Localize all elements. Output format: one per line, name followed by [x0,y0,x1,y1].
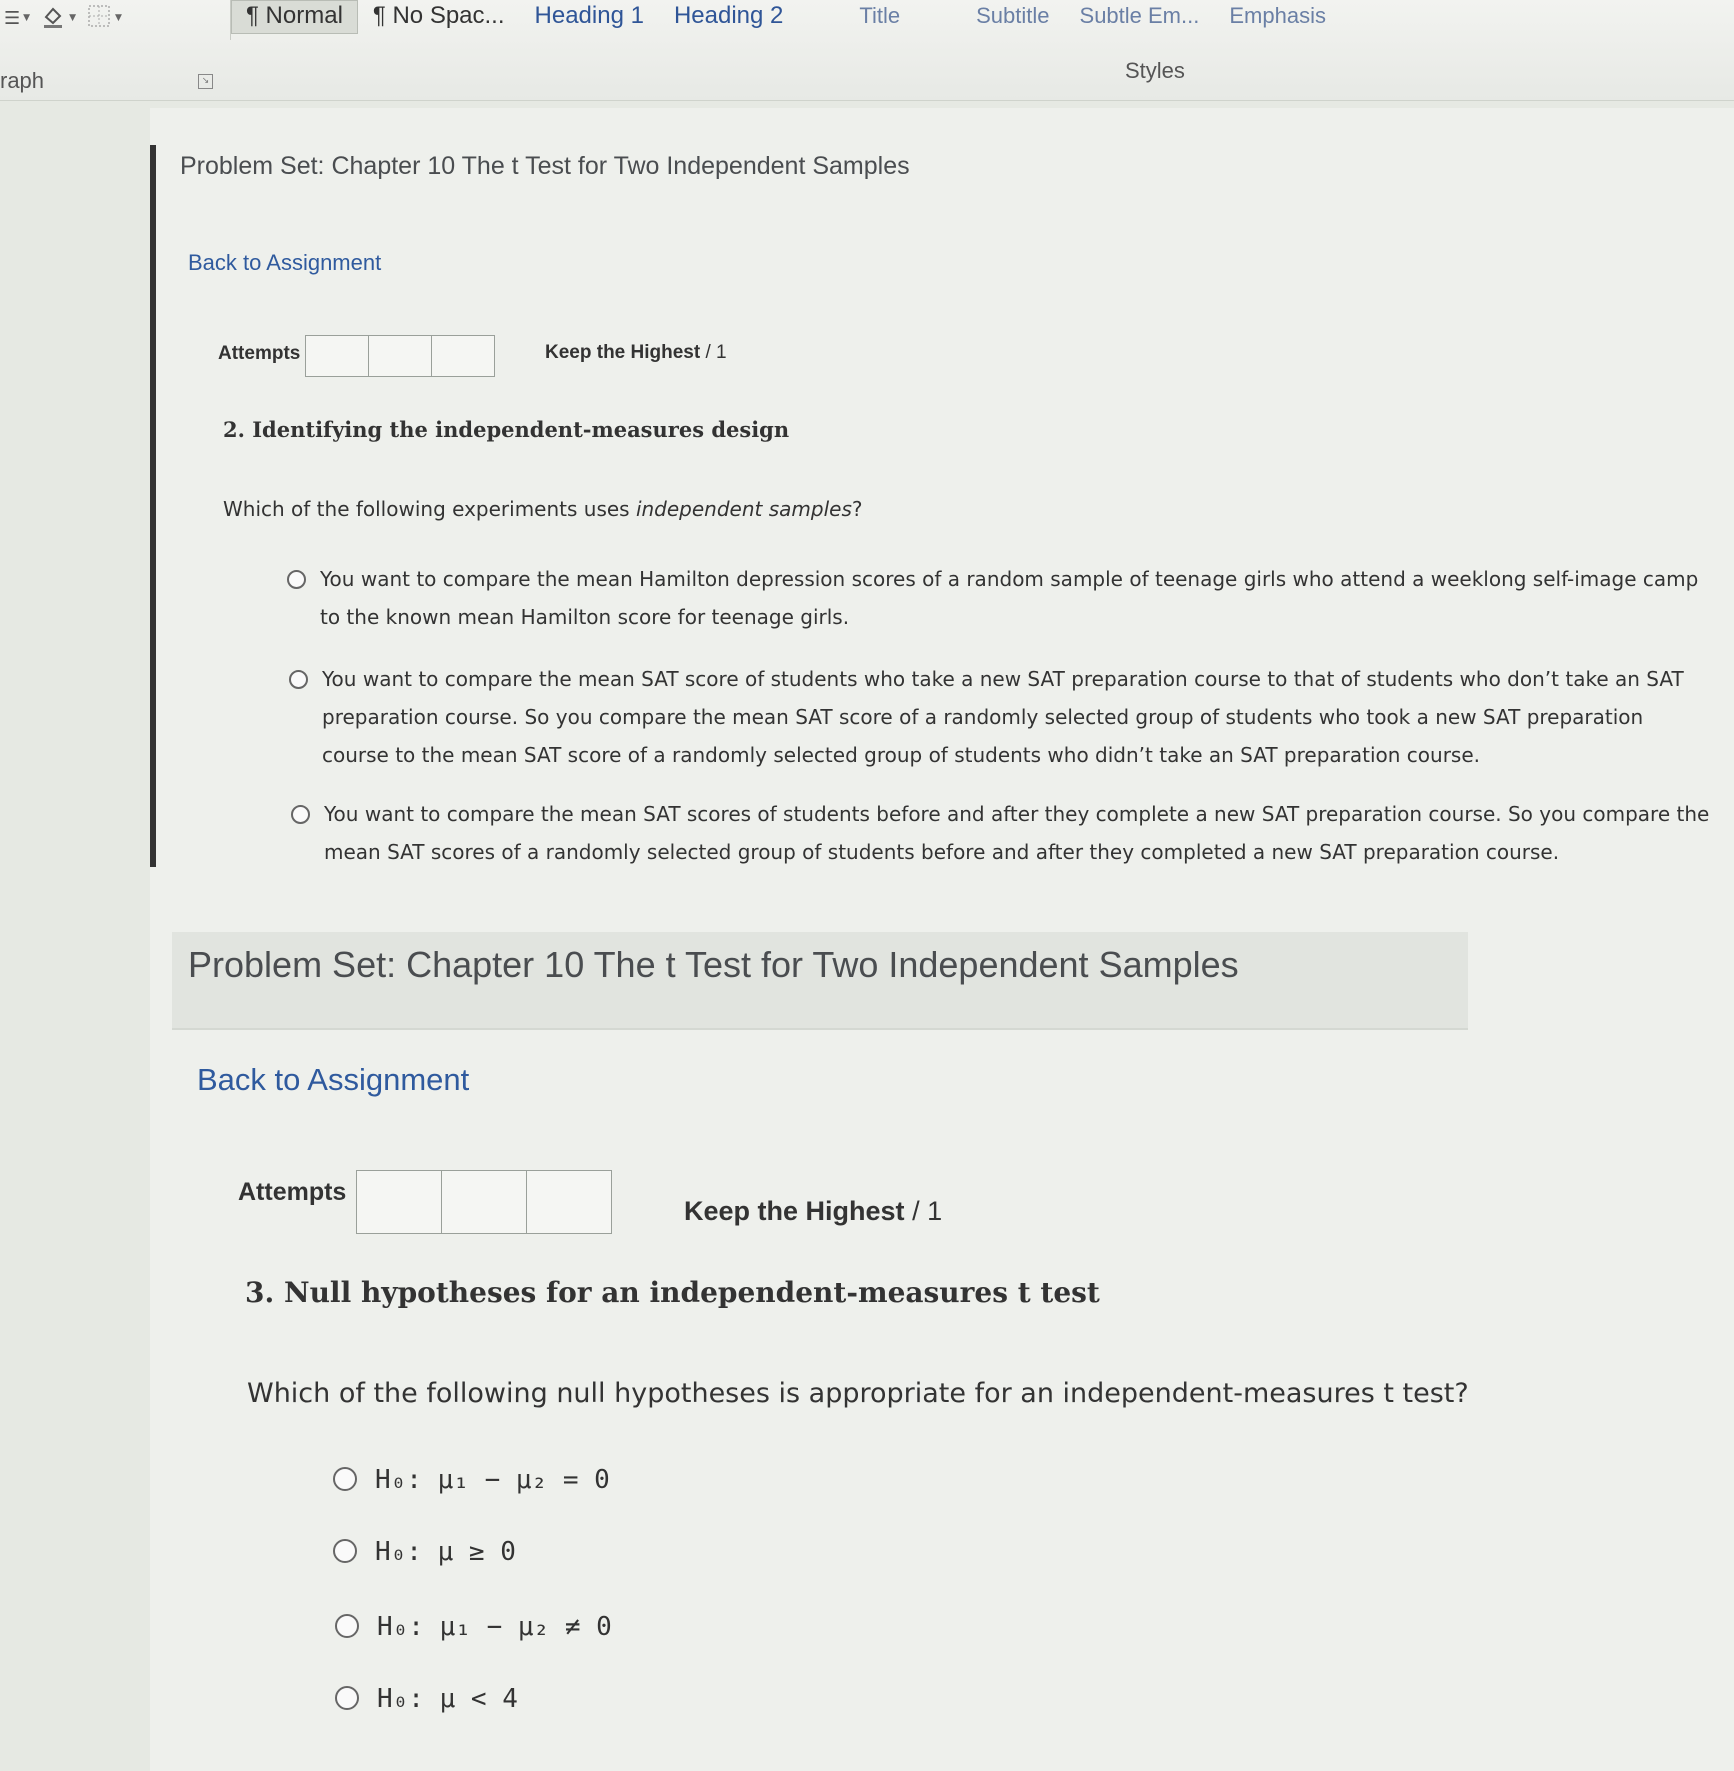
attempt-box [357,1171,442,1233]
borders-icon [86,3,112,34]
document-margin-bar [150,145,156,867]
paragraph-group-label: raph [0,68,45,93]
chevron-down-icon: ▼ [114,13,122,23]
list-button[interactable]: ☰ ▼ [4,8,30,29]
option-text: H₀: μ < 4 [377,1684,518,1714]
radio-button[interactable] [291,805,310,824]
style-subtle-emphasis[interactable]: Subtle Em... [1065,0,1215,34]
style-normal[interactable]: ¶ Normal [231,0,358,34]
option-text: H₀: μ ≥ 0 [375,1537,516,1567]
back-to-assignment-link[interactable]: Back to Assignment [188,250,381,276]
style-heading-1[interactable]: Heading 1 [520,0,659,34]
prompt-text: Which of the following experiments uses [223,497,636,521]
option-text: H₀: μ₁ − μ₂ = 0 [375,1465,610,1495]
chevron-down-icon: ▼ [69,13,76,23]
radio-button[interactable] [287,570,306,589]
question-prompt: Which of the following null hypotheses i… [247,1378,1469,1409]
borders-button[interactable]: ▼ [86,3,122,34]
attempt-box [369,336,432,376]
score-value: / 1 [912,1196,943,1226]
keep-highest-score: Keep the Highest / 1 [545,342,727,364]
attempt-boxes [356,1170,612,1234]
attempt-box [527,1171,611,1233]
answer-option[interactable]: H₀: μ < 4 [335,1682,518,1716]
attempt-box [306,336,369,376]
style-heading-2[interactable]: Heading 2 [659,0,798,34]
attempts-label: Attempts [218,343,301,364]
attempt-box [442,1171,527,1233]
attempts-label: Attempts [238,1178,347,1206]
style-title[interactable]: Title [798,0,915,34]
keep-highest-score: Keep the Highest / 1 [684,1196,942,1227]
radio-button[interactable] [333,1539,357,1563]
shading-button[interactable]: ▼ [40,3,76,34]
back-to-assignment-link[interactable]: Back to Assignment [197,1062,469,1098]
keep-highest-label: Keep the Highest [684,1196,905,1226]
radio-button[interactable] [335,1686,359,1710]
question-title: 2. Identifying the independent-measures … [223,417,790,442]
answer-option[interactable]: H₀: μ ≥ 0 [333,1535,516,1569]
answer-option[interactable]: You want to compare the mean SAT score o… [289,660,1712,774]
question-title: 3. Null hypotheses for an independent-me… [245,1276,1100,1309]
problem-set-header: Problem Set: Chapter 10 The t Test for T… [180,152,910,180]
answer-option[interactable]: H₀: μ₁ − μ₂ ≠ 0 [335,1610,612,1644]
option-text: H₀: μ₁ − μ₂ ≠ 0 [377,1612,612,1642]
answer-option[interactable]: You want to compare the mean Hamilton de… [287,560,1710,636]
radio-button[interactable] [335,1614,359,1638]
option-text: You want to compare the mean SAT score o… [322,667,1684,767]
style-emphasis[interactable]: Emphasis [1214,0,1341,34]
prompt-emphasis: independent samples [635,497,852,521]
radio-button[interactable] [289,670,308,689]
styles-group-label: Styles [1125,58,1185,83]
style-no-spacing[interactable]: ¶ No Spac... [358,0,520,34]
chevron-down-icon: ▼ [23,13,31,23]
attempt-box [432,336,494,376]
answer-option[interactable]: You want to compare the mean SAT scores … [291,795,1714,871]
styles-gallery: ¶ Normal ¶ No Spac... Heading 1 Heading … [230,0,1734,40]
style-subtitle[interactable]: Subtitle [915,0,1064,34]
shading-icon [40,3,66,34]
paragraph-tools: ☰ ▼ ▼ ▼ [0,0,122,36]
attempt-boxes [305,335,495,377]
question-prompt: Which of the following experiments uses … [223,497,863,521]
radio-button[interactable] [333,1467,357,1491]
score-value: / 1 [705,342,727,363]
word-ribbon: ☰ ▼ ▼ ▼ raph ↘ ¶ Normal ¶ No Spac... Head… [0,0,1734,101]
problem-set-header: Problem Set: Chapter 10 The t Test for T… [188,944,1239,985]
option-text: You want to compare the mean Hamilton de… [320,567,1699,629]
option-text: You want to compare the mean SAT scores … [324,802,1710,864]
prompt-end: ? [851,497,863,521]
keep-highest-label: Keep the Highest [545,342,701,363]
dialog-launcher-icon[interactable]: ↘ [198,74,213,89]
answer-option[interactable]: H₀: μ₁ − μ₂ = 0 [333,1463,610,1497]
list-icon: ☰ [4,7,21,29]
